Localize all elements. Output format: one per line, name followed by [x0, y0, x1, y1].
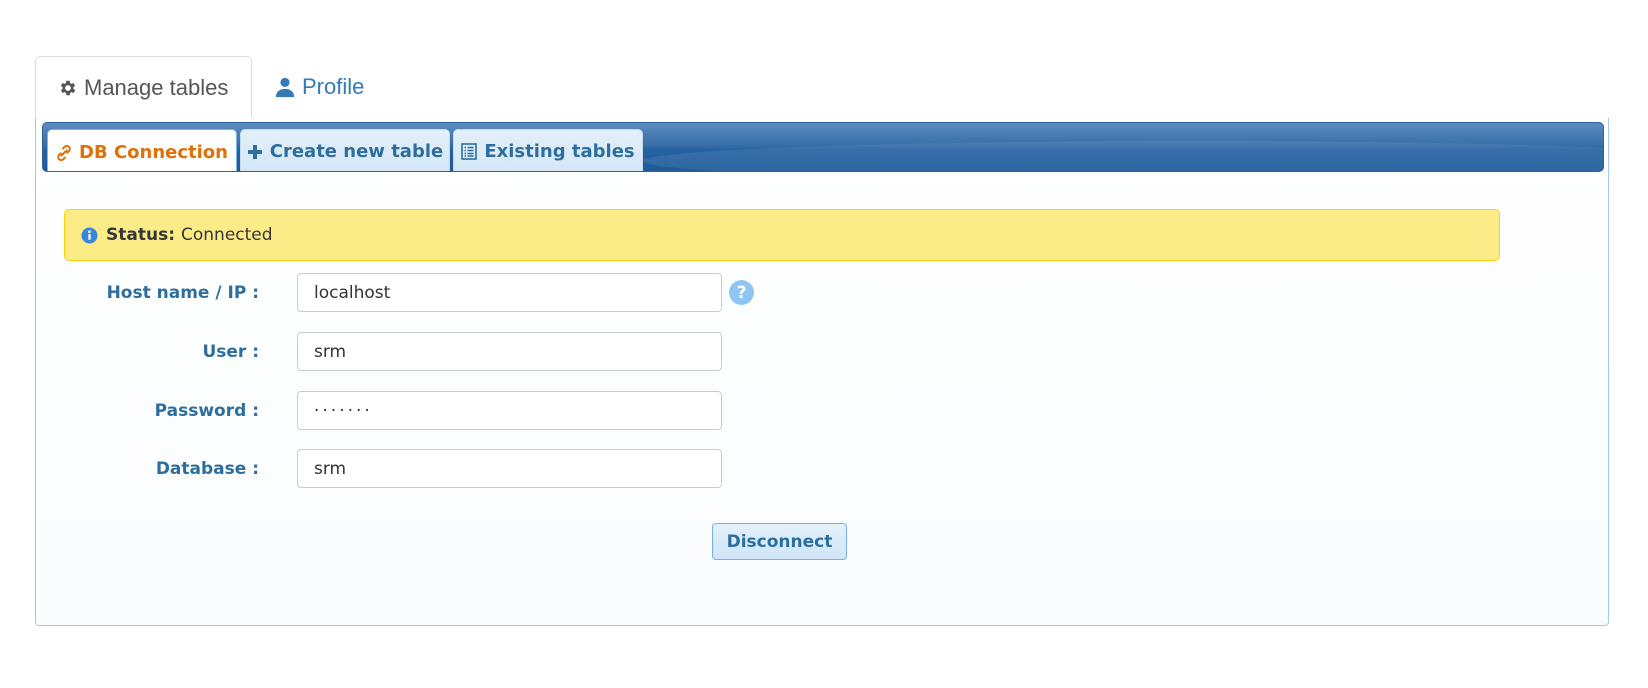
- disconnect-button[interactable]: Disconnect: [712, 523, 847, 560]
- status-message: Status: Connected: [64, 209, 1500, 261]
- database-label: Database :: [155, 459, 259, 479]
- help-icon[interactable]: ?: [729, 280, 754, 305]
- info-icon: [81, 226, 98, 244]
- user-icon: [274, 76, 296, 98]
- manage-tables-panel: DB Connection Create new table Existing …: [35, 118, 1609, 626]
- host-row: Host name / IP : ?: [36, 273, 836, 313]
- user-input[interactable]: [297, 332, 722, 371]
- header-shine: [643, 141, 1603, 171]
- main-tabs: Manage tables Profile: [35, 56, 1609, 119]
- tab-label: DB Connection: [79, 142, 228, 163]
- password-label: Password :: [154, 401, 259, 421]
- status-value: Connected: [181, 225, 273, 245]
- gear-icon: [58, 78, 78, 98]
- tab-profile[interactable]: Profile: [252, 56, 386, 118]
- tab-label: Manage tables: [84, 74, 229, 100]
- password-input[interactable]: [297, 391, 722, 430]
- tab-label: Profile: [302, 74, 365, 99]
- tab-existing-tables[interactable]: Existing tables: [453, 129, 643, 171]
- subtab-bar: DB Connection Create new table Existing …: [42, 122, 1604, 172]
- user-row: User :: [36, 332, 836, 372]
- database-row: Database :: [36, 449, 836, 489]
- plus-icon: [247, 144, 263, 160]
- host-label: Host name / IP :: [106, 283, 259, 303]
- status-label: Status:: [106, 225, 175, 245]
- tab-db-connection[interactable]: DB Connection: [47, 129, 237, 171]
- database-input[interactable]: [297, 449, 722, 488]
- tab-manage-tables[interactable]: Manage tables: [35, 56, 252, 119]
- host-input[interactable]: [297, 273, 722, 312]
- list-icon: [461, 143, 478, 160]
- tab-create-new-table[interactable]: Create new table: [240, 129, 450, 171]
- link-icon: [56, 144, 72, 162]
- tab-label: Create new table: [269, 141, 444, 162]
- tab-label: Existing tables: [484, 141, 635, 162]
- user-label: User :: [202, 342, 259, 362]
- password-row: Password :: [36, 391, 836, 431]
